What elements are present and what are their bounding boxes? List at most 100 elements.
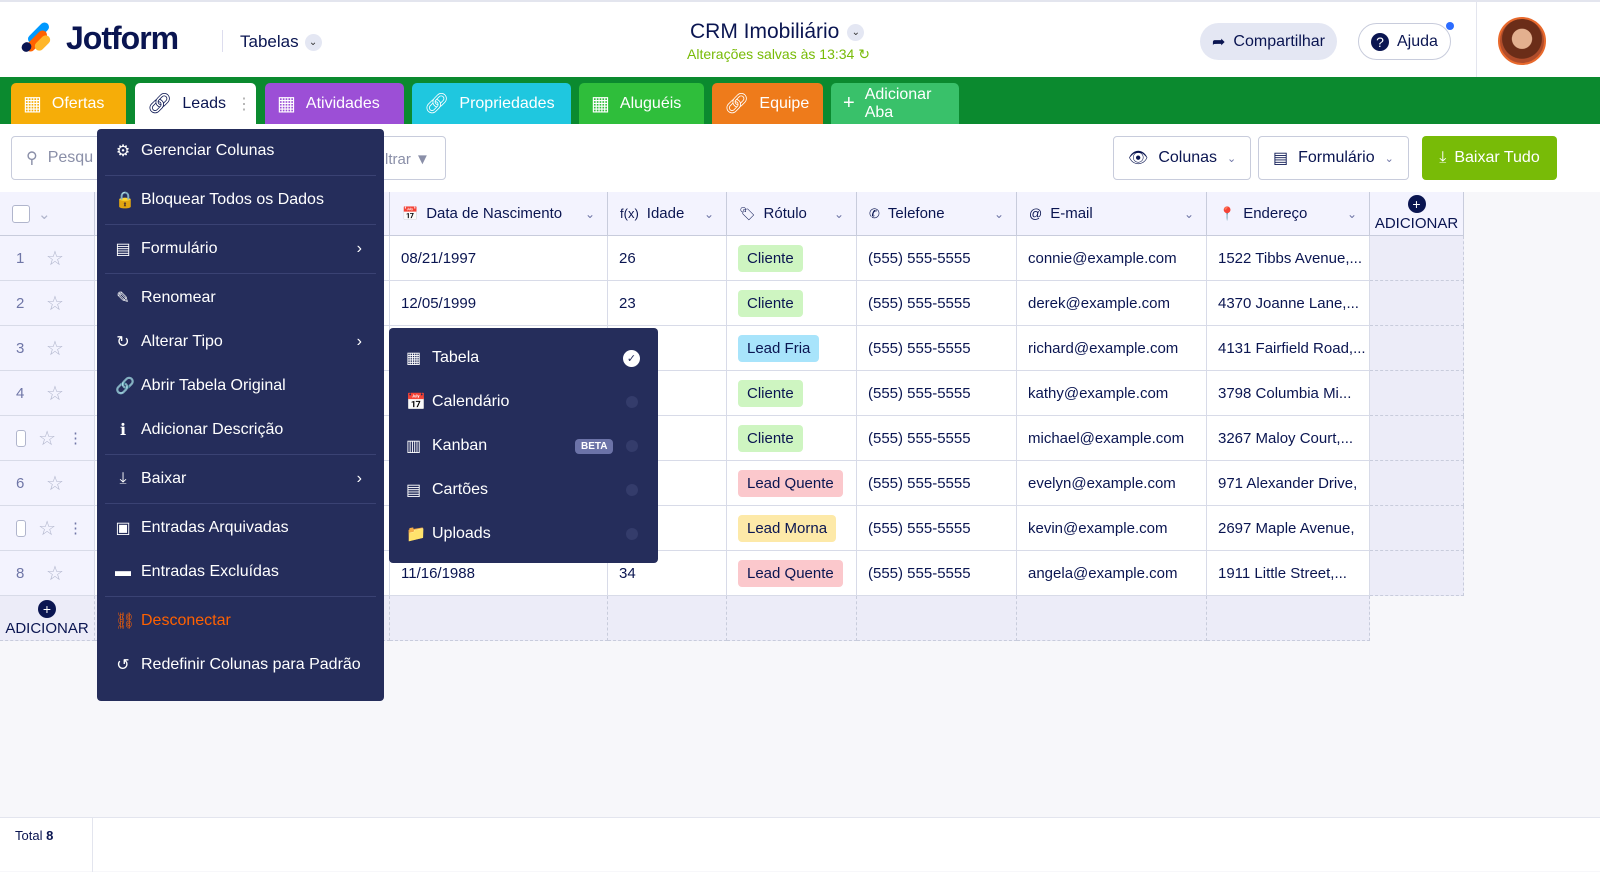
table-cell[interactable]: evelyn@example.com	[1017, 461, 1207, 506]
table-cell[interactable]: Cliente	[727, 416, 857, 461]
column-header[interactable]: 🏷 Rótulo ⌄	[727, 192, 857, 236]
tab-equipe[interactable]: 🔗︎ Equipe	[712, 83, 823, 124]
chevron-down-icon[interactable]: ⌄	[585, 207, 595, 221]
tab-adicionar-aba[interactable]: + Adicionar Aba	[831, 83, 959, 124]
table-cell[interactable]: Cliente	[727, 236, 857, 281]
table-cell[interactable]: angela@example.com	[1017, 551, 1207, 596]
table-cell[interactable]: 12/05/1999	[390, 281, 608, 326]
select-all-checkbox[interactable]	[12, 204, 30, 223]
add-row-button[interactable]: + ADICIONAR	[0, 596, 95, 641]
menu-item-gerenciar-colunas[interactable]: ⚙ Gerenciar Colunas	[105, 129, 376, 173]
table-cell[interactable]: derek@example.com	[1017, 281, 1207, 326]
table-cell[interactable]: (555) 555-5555	[857, 281, 1017, 326]
table-cell[interactable]: Lead Quente	[727, 551, 857, 596]
star-icon[interactable]: ☆	[46, 246, 64, 271]
table-cell[interactable]: (555) 555-5555	[857, 326, 1017, 371]
menu-item-abrir-tabela-original[interactable]: 🔗 Abrir Tabela Original	[105, 364, 376, 408]
row-checkbox[interactable]	[16, 429, 27, 447]
column-header[interactable]: ✆ Telefone ⌄	[857, 192, 1017, 236]
table-cell[interactable]: 971 Alexander Drive,	[1207, 461, 1370, 506]
filter-button[interactable]: ltrar ▼	[385, 151, 430, 168]
table-cell[interactable]: 23	[608, 281, 727, 326]
table-cell[interactable]: (555) 555-5555	[857, 461, 1017, 506]
table-cell[interactable]: 3267 Maloy Court,...	[1207, 416, 1370, 461]
jotform-logo[interactable]: Jotform	[19, 20, 179, 57]
table-cell[interactable]: (555) 555-5555	[857, 371, 1017, 416]
table-cell[interactable]: 26	[608, 236, 727, 281]
star-icon[interactable]: ☆	[38, 516, 56, 541]
star-icon[interactable]: ☆	[46, 336, 64, 361]
star-icon[interactable]: ☆	[38, 426, 56, 451]
table-cell[interactable]: 4370 Joanne Lane,...	[1207, 281, 1370, 326]
submenu-item-tabela[interactable]: ▦ Tabela ✓	[389, 336, 658, 380]
menu-item-entradas-arquivadas[interactable]: ▣ Entradas Arquivadas	[105, 506, 376, 550]
table-cell[interactable]: Cliente	[727, 281, 857, 326]
chevron-down-icon[interactable]: ⌄	[994, 207, 1004, 221]
tables-dropdown[interactable]: Tabelas ⌄	[240, 32, 322, 52]
row-checkbox[interactable]	[16, 519, 27, 537]
tab-options-icon[interactable]: ⋮	[236, 94, 252, 114]
table-cell[interactable]: michael@example.com	[1017, 416, 1207, 461]
chevron-down-icon[interactable]: ⌄	[1347, 207, 1357, 221]
menu-item-desconectar[interactable]: ⛓ Desconectar	[105, 599, 376, 643]
table-cell[interactable]: Lead Morna	[727, 506, 857, 551]
menu-item-baixar[interactable]: ⤓ Baixar ›	[105, 457, 376, 501]
table-cell[interactable]: Lead Quente	[727, 461, 857, 506]
menu-item-entradas-excluídas[interactable]: ▬ Entradas Excluídas	[105, 550, 376, 594]
menu-item-redefinir-colunas-para-padrão[interactable]: ↺ Redefinir Colunas para Padrão	[105, 643, 376, 687]
columns-button[interactable]: 👁 Colunas ⌄	[1113, 136, 1252, 180]
table-cell[interactable]: (555) 555-5555	[857, 416, 1017, 461]
tab-leads[interactable]: 🔗︎ Leads ⋮	[135, 83, 256, 124]
menu-item-bloquear-todos-os-dados[interactable]: 🔒 Bloquear Todos os Dados	[105, 178, 376, 222]
star-icon[interactable]: ☆	[46, 561, 64, 586]
chevron-down-icon[interactable]: ⌄	[834, 207, 844, 221]
table-cell[interactable]: (555) 555-5555	[857, 236, 1017, 281]
avatar[interactable]	[1498, 17, 1546, 65]
table-cell[interactable]: kathy@example.com	[1017, 371, 1207, 416]
table-cell[interactable]: Cliente	[727, 371, 857, 416]
chevron-down-icon[interactable]: ⌄	[1184, 207, 1194, 221]
submenu-item-cartões[interactable]: ▤ Cartões	[389, 468, 658, 512]
row-options-icon[interactable]: ⋮	[68, 519, 83, 537]
share-button[interactable]: ➦ Compartilhar	[1200, 23, 1337, 60]
star-icon[interactable]: ☆	[46, 381, 64, 406]
table-cell[interactable]: 08/21/1997	[390, 236, 608, 281]
star-icon[interactable]: ☆	[46, 291, 64, 316]
table-cell[interactable]: richard@example.com	[1017, 326, 1207, 371]
tab-atividades[interactable]: ▦ Atividades	[265, 83, 404, 124]
add-column-button[interactable]: + ADICIONAR	[1370, 192, 1464, 236]
table-cell[interactable]: connie@example.com	[1017, 236, 1207, 281]
tab-aluguéis[interactable]: ▦ Aluguéis	[579, 83, 704, 124]
menu-item-adicionar-descrição[interactable]: ℹ Adicionar Descrição	[105, 408, 376, 452]
menu-item-renomear[interactable]: ✎ Renomear	[105, 276, 376, 320]
menu-item-formulário[interactable]: ▤ Formulário ›	[105, 227, 376, 271]
table-cell[interactable]: 1911 Little Street,...	[1207, 551, 1370, 596]
column-header[interactable]: 📍 Endereço ⌄	[1207, 192, 1370, 236]
row-options-icon[interactable]: ⋮	[68, 429, 83, 447]
chevron-down-icon[interactable]: ⌄	[704, 207, 714, 221]
table-cell[interactable]: 2697 Maple Avenue,	[1207, 506, 1370, 551]
table-cell[interactable]: 3798 Columbia Mi...	[1207, 371, 1370, 416]
column-header[interactable]: @ E-mail ⌄	[1017, 192, 1207, 236]
table-cell[interactable]: 4131 Fairfield Road,...	[1207, 326, 1370, 371]
tab-ofertas[interactable]: ▦ Ofertas	[11, 83, 126, 124]
submenu-item-calendário[interactable]: 📅 Calendário	[389, 380, 658, 424]
submenu-item-kanban[interactable]: ▥ Kanban BETA	[389, 424, 658, 468]
table-cell[interactable]: (555) 555-5555	[857, 506, 1017, 551]
plus-icon: +	[38, 599, 56, 618]
form-button[interactable]: ▤ Formulário ⌄	[1258, 136, 1409, 180]
table-cell[interactable]: Lead Fria	[727, 326, 857, 371]
download-all-button[interactable]: ⤓ Baixar Tudo	[1422, 136, 1557, 180]
select-all-header[interactable]: ⌄	[0, 192, 95, 236]
star-icon[interactable]: ☆	[46, 471, 64, 496]
table-title-dropdown[interactable]: CRM Imobiliário ⌄	[690, 20, 865, 44]
submenu-item-uploads[interactable]: 📁 Uploads	[389, 512, 658, 556]
help-button[interactable]: ? Ajuda	[1358, 23, 1451, 60]
tab-propriedades[interactable]: 🔗︎ Propriedades	[412, 83, 571, 124]
menu-item-alterar-tipo[interactable]: ↻ Alterar Tipo ›	[105, 320, 376, 364]
column-header[interactable]: f(x) Idade ⌄	[608, 192, 727, 236]
table-cell[interactable]: (555) 555-5555	[857, 551, 1017, 596]
column-header[interactable]: 📅 Data de Nascimento ⌄	[390, 192, 608, 236]
table-cell[interactable]: kevin@example.com	[1017, 506, 1207, 551]
table-cell[interactable]: 1522 Tibbs Avenue,...	[1207, 236, 1370, 281]
